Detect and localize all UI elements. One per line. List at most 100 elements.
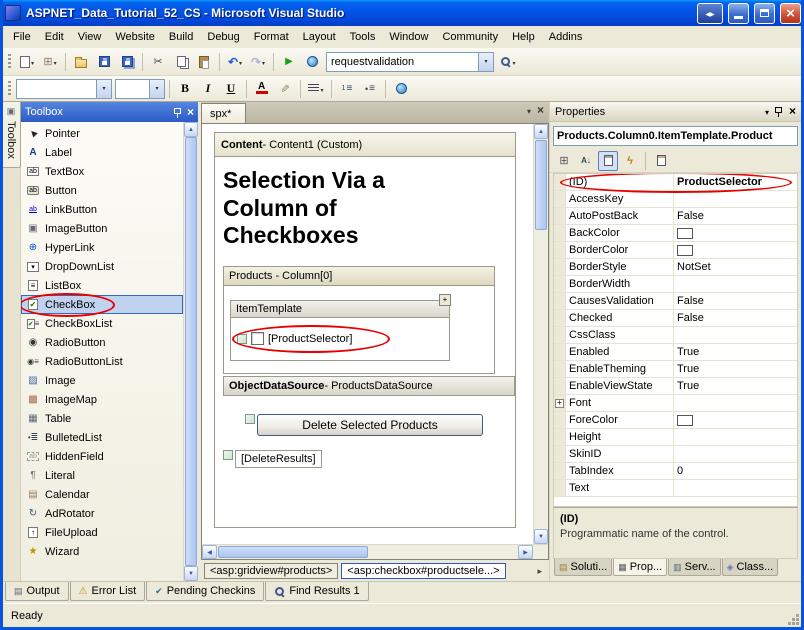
properties-view-button[interactable] [598,151,618,171]
property-row-skinid[interactable]: SkinID [554,446,797,463]
property-row-checked[interactable]: Checked False [554,310,797,327]
toolbox-item-literal[interactable]: Literal [21,466,183,485]
font-size-combobox[interactable] [115,79,165,99]
menu-edit[interactable]: Edit [38,27,71,47]
gridview-header[interactable]: Products - Column[0] [224,267,494,286]
save-button[interactable] [93,51,115,73]
property-value[interactable] [674,480,797,496]
document-tab[interactable]: spx* [201,103,246,123]
undo-button[interactable] [224,51,246,73]
add-new-item-button[interactable] [39,51,61,73]
delete-selected-products-button[interactable]: Delete Selected Products [257,414,483,436]
property-row-causesvalidation[interactable]: CausesValidation False [554,293,797,310]
property-row-id[interactable]: (ID) ProductSelector [554,174,797,191]
highlight-button[interactable] [274,78,296,100]
design-surface[interactable]: Content - Content1 (Custom) Selection Vi… [202,124,533,544]
document-list-icon[interactable] [527,105,531,117]
property-row-text[interactable]: Text [554,480,797,497]
italic-button[interactable] [197,78,219,100]
paste-button[interactable] [193,51,215,73]
tab-error-list[interactable]: Error List [70,582,146,601]
property-row-enabled[interactable]: Enabled True [554,344,797,361]
scrollbar-thumb[interactable] [535,140,547,230]
toolbox-item-hiddenfield[interactable]: HiddenField [21,447,183,466]
toolbox-item-table[interactable]: Table [21,409,183,428]
property-row-tabindex[interactable]: TabIndex 0 [554,463,797,480]
gridview-control[interactable]: Products - Column[0] ItemTemplate [223,266,495,374]
design-horizontal-scrollbar[interactable]: ◀ ▶ [202,544,548,559]
menu-addins[interactable]: Addins [542,27,590,47]
content-placeholder[interactable]: Content - Content1 (Custom) Selection Vi… [214,132,516,528]
auto-hide-pin-icon[interactable] [173,107,183,118]
bold-button[interactable] [174,78,196,100]
search-combobox[interactable]: requestvalidation [326,52,494,72]
open-file-button[interactable] [70,51,92,73]
toolbox-item-checkboxlist[interactable]: CheckBoxList [21,314,183,333]
tagnav-arrow-icon[interactable] [537,565,546,577]
property-row-autopostback[interactable]: AutoPostBack False [554,208,797,225]
toolbox-scrollbar[interactable]: ▲ ▼ [183,122,198,581]
scrollbar-thumb[interactable] [218,546,368,558]
toolbox-item-textbox[interactable]: TextBox [21,162,183,181]
property-value[interactable]: 0 [674,463,797,479]
property-row-enabletheming[interactable]: EnableTheming True [554,361,797,378]
alphabetical-button[interactable] [576,151,596,171]
property-value[interactable]: False [674,293,797,309]
property-value[interactable] [674,429,797,445]
tab-solution-explorer[interactable]: Soluti... [554,559,612,576]
tab-output[interactable]: Output [5,582,69,601]
toolbox-item-wizard[interactable]: Wizard [21,542,183,561]
toolbox-item-image[interactable]: Image [21,371,183,390]
events-button[interactable] [620,151,640,171]
toolbox-item-bulletedlist[interactable]: BulletedList [21,428,183,447]
property-row-backcolor[interactable]: BackColor [554,225,797,242]
property-row-borderwidth[interactable]: BorderWidth [554,276,797,293]
toolbox-item-calendar[interactable]: Calendar [21,485,183,504]
scroll-down-icon[interactable]: ▼ [534,529,548,544]
numbered-list-button[interactable] [336,78,358,100]
property-value[interactable] [674,395,797,411]
design-vertical-scrollbar[interactable]: ▲ ▼ [533,124,548,544]
find-button[interactable] [497,51,519,73]
toolbar-drag-handle[interactable] [8,81,11,97]
browse-button[interactable] [301,51,323,73]
property-row-borderstyle[interactable]: BorderStyle NotSet [554,259,797,276]
toolbox-item-checkbox[interactable]: CheckBox [21,295,183,314]
tab-class-view[interactable]: Class... [722,559,779,576]
property-value[interactable] [674,327,797,343]
tab-server-explorer[interactable]: Serv... [668,559,721,576]
scrollbar-thumb[interactable] [185,137,197,566]
underline-button[interactable] [220,78,242,100]
toolbar-drag-handle[interactable] [8,54,11,70]
menu-file[interactable]: File [6,27,38,47]
item-template-region[interactable]: ItemTemplate [ProductSelector] [230,300,450,361]
toolbox-item-label[interactable]: Label [21,143,183,162]
restore-button[interactable] [754,3,775,24]
property-value[interactable]: False [674,310,797,326]
scroll-down-icon[interactable]: ▼ [184,566,198,581]
resize-grip[interactable] [796,622,799,625]
menu-build[interactable]: Build [162,27,200,47]
menu-help[interactable]: Help [505,27,542,47]
search-combo-value[interactable]: requestvalidation [327,56,478,68]
property-row-font[interactable]: Font [554,395,797,412]
redo-button[interactable] [247,51,269,73]
close-panel-icon[interactable] [789,105,796,118]
property-value[interactable] [674,191,797,207]
new-file-button[interactable] [16,51,38,73]
copy-button[interactable] [170,51,192,73]
start-debug-button[interactable] [278,51,300,73]
save-all-button[interactable] [116,51,138,73]
property-value[interactable] [674,446,797,462]
font-name-combobox[interactable] [16,79,112,99]
property-pages-button[interactable] [651,151,671,171]
toolbox-item-radiobutton[interactable]: RadioButton [21,333,183,352]
cut-button[interactable] [147,51,169,73]
content-control-header[interactable]: Content - Content1 (Custom) [215,133,515,157]
menu-layout[interactable]: Layout [296,27,343,47]
property-value[interactable]: ProductSelector [674,174,797,190]
window-menu-icon[interactable] [765,106,769,118]
property-value[interactable]: True [674,344,797,360]
toolbox-item-linkbutton[interactable]: LinkButton [21,200,183,219]
toolbox-item-imagebutton[interactable]: ImageButton [21,219,183,238]
